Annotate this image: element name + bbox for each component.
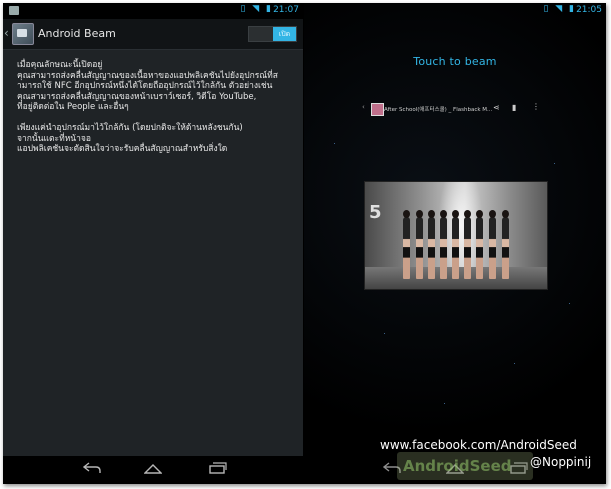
beam-preview-image[interactable]: 5 [364,181,548,290]
star-dot [444,403,445,404]
text-line: เพียงแค่นำอุปกรณ์มาไว้ใกล้กัน (โดยปกติจะ… [17,123,243,133]
stage-number-graphic: 5 [369,202,382,223]
page-title: Android Beam [38,27,116,40]
overflow-menu-icon[interactable]: ⋮ [532,102,540,111]
text-line: เมื่อคุณลักษณะนี้เปิดอยู่ [17,60,103,70]
text-line: จากนั้นแตะที่หน้าจอ [17,133,91,144]
recents-icon[interactable] [209,462,227,476]
share-icon[interactable]: ⋖ [493,103,500,112]
chevron-left-icon[interactable]: ‹ [362,103,365,111]
androidseed-watermark: AndroidSeed [397,452,533,480]
text-line: ามารถใช้ NFC อีกอุปกรณ์หนึ่งได้โดยถืออุป… [17,81,273,92]
star-dot [569,303,570,304]
star-dot [334,143,335,144]
settings-app-icon[interactable] [12,23,34,45]
touch-to-beam-label[interactable]: Touch to beam [304,55,606,68]
status-bar: ▯ ◥ ▮ 21:05 [304,3,606,19]
figure [464,210,471,279]
text-line: คุณสามารถส่งคลื่นสัญญาณของหน้าเบราว์เซอร… [17,91,257,102]
figure [428,210,435,279]
shared-content-row: ‹ After School(애프터스쿨) _ Flashback M... ⋖… [362,102,552,116]
home-icon[interactable] [143,462,163,476]
back-icon[interactable] [82,462,101,476]
back-caret-icon[interactable]: ‹ [4,26,9,40]
status-icons: ▯ ◥ ▮ [240,4,273,14]
text-line: ที่อยู่ติดต่อใน People และอื่นๆ [17,102,129,113]
figure [489,210,496,279]
facebook-watermark-text: www.facebook.com/AndroidSeed [380,438,577,452]
figure [502,210,509,279]
description-panel: เมื่อคุณลักษณะนี้เปิดอยู่ คุณสามารถส่งคล… [3,50,303,456]
video-thumbnail-icon [371,103,384,116]
notification-icon [9,6,19,15]
status-bar: ▯ ◥ ▮ 21:07 [3,3,303,19]
toggle-on-label: เปิด [273,27,296,41]
star-dot [384,333,385,334]
screenshot-frame: ▯ ◥ ▮ 21:07 ‹ Android Beam เปิด เมื่อคุณ… [3,3,606,484]
figure [416,210,423,279]
shared-content-title: After School(애프터스쿨) _ Flashback M... [384,107,493,113]
status-time: 21:05 [576,5,602,15]
status-time: 21:07 [273,5,299,15]
navigation-bar [3,456,303,484]
figure [452,210,459,279]
text-line: แอปพลิเคชันจะตัดสินใจว่าจะรับคลื่นสัญญาณ… [17,144,228,155]
star-dot [514,363,515,364]
figure [403,210,410,279]
author-handle-text: @Noppinij [530,455,592,469]
star-dot [554,163,555,164]
figure [476,210,483,279]
action-bar: ‹ Android Beam เปิด [3,19,303,50]
settings-screen: ▯ ◥ ▮ 21:07 ‹ Android Beam เปิด เมื่อคุณ… [3,3,303,484]
figure [440,210,447,279]
description-paragraph-2: เพียงแค่นำอุปกรณ์มาไว้ใกล้กัน (โดยปกติจะ… [17,123,297,155]
trash-icon[interactable]: ▮ [512,103,516,112]
android-beam-toggle[interactable]: เปิด [248,26,297,42]
text-line: คุณสามารถส่งคลื่นสัญญาณของเนื้อหาของแอปพ… [17,70,278,81]
beam-screen[interactable]: ▯ ◥ ▮ 21:05 Touch to beam ‹ After School… [304,3,606,484]
description-paragraph-1: เมื่อคุณลักษณะนี้เปิดอยู่ คุณสามารถส่งคล… [17,60,297,113]
status-icons: ▯ ◥ ▮ [543,4,576,14]
